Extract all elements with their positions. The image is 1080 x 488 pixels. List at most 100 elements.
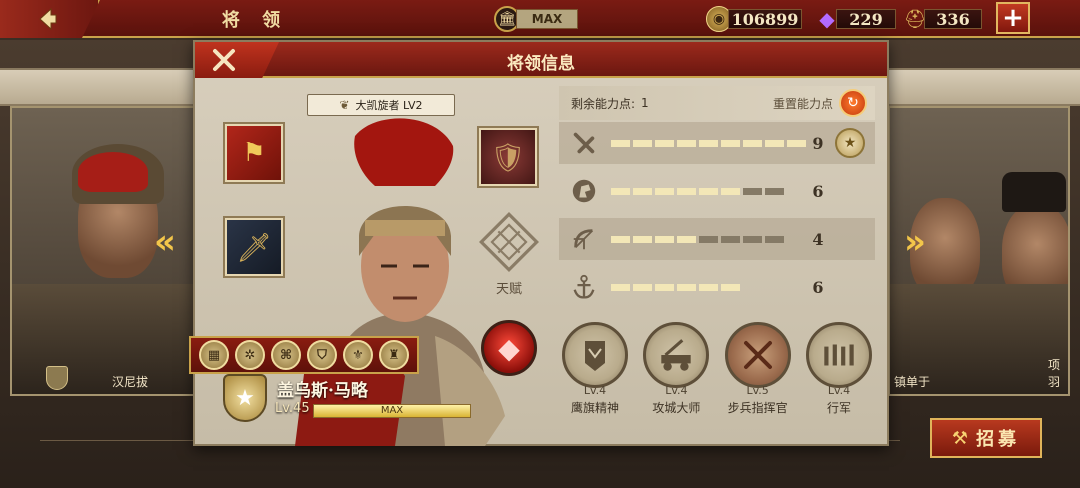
helmets-counter[interactable]: ⛑ 336 — [902, 6, 982, 32]
crossed-swords-icon — [724, 322, 791, 388]
helmets-value: 336 — [924, 9, 982, 29]
skill-name: 鹰旗精神 — [570, 401, 619, 415]
max-star-icon: ★ — [835, 128, 865, 158]
remaining-points-value: 1 — [641, 96, 649, 110]
title-tag[interactable]: ❦ 大凯旋者 LV2 — [307, 94, 455, 116]
stat-segment-filled — [765, 139, 784, 147]
shield-icon[interactable]: ⛉ — [307, 340, 337, 370]
stat-segment-filled — [655, 235, 674, 243]
skill-level: Lv.4 — [827, 384, 851, 397]
helmet-icon[interactable]: ♜ — [379, 340, 409, 370]
stat-row-archery[interactable]: 4 — [559, 218, 875, 260]
stat-segment-filled — [611, 139, 630, 147]
stat-segment-filled — [677, 235, 696, 243]
siege-engine-icon — [643, 322, 710, 388]
stat-bar — [611, 235, 807, 243]
rank-star-icon: ★ — [223, 374, 267, 422]
red-gem-icon: ◆ — [498, 331, 520, 365]
panel-title: 将领信息 — [507, 54, 575, 74]
laurel-icon: ❦ — [339, 98, 350, 112]
banner-icon[interactable]: ⌘ — [271, 340, 301, 370]
next-general-arrow-icon[interactable]: » — [900, 222, 930, 262]
skill-march[interactable]: Lv.4 行军 — [803, 322, 875, 422]
stat-segment-filled — [677, 187, 696, 195]
reset-points-button[interactable]: ↻ — [839, 89, 867, 117]
stat-segment-filled — [611, 187, 630, 195]
crest-shape — [78, 152, 148, 192]
stat-segment-filled — [655, 187, 674, 195]
recruit-button[interactable]: ⚒ 招募 — [930, 418, 1042, 458]
talent-button[interactable]: 天赋 — [473, 210, 545, 297]
codex-icon[interactable]: ▦ — [199, 340, 229, 370]
compass-icon[interactable]: ✲ — [235, 340, 265, 370]
page-title: 将 领 — [221, 10, 289, 31]
stat-segment-empty — [743, 187, 762, 195]
stat-segment-filled — [699, 283, 718, 291]
stat-segment-filled — [655, 139, 674, 147]
stat-segment-filled — [611, 283, 630, 291]
equipment-slot-banner[interactable]: ⚑ — [223, 122, 285, 184]
stat-segment-filled — [633, 283, 652, 291]
anchor-icon — [569, 272, 599, 302]
prev-general-arrow-icon[interactable]: « — [150, 222, 180, 262]
back-button[interactable] — [0, 0, 100, 38]
stat-value: 9 — [812, 133, 824, 153]
sword-icon: 🗡 — [236, 230, 272, 264]
xp-text: MAX — [380, 405, 404, 416]
stat-bar — [611, 139, 807, 147]
back-arrow-icon — [39, 7, 57, 31]
hat-shape — [1002, 172, 1066, 212]
stat-segment-filled — [633, 235, 652, 243]
stat-segment-filled — [633, 187, 652, 195]
gem-upgrade-button[interactable]: ◆ — [481, 320, 537, 376]
remaining-points-label: 剩余能力点: — [571, 96, 636, 111]
stat-row-navy[interactable]: 6 — [559, 266, 875, 308]
stat-segment-filled — [787, 139, 806, 147]
skill-level: Lv.4 — [583, 384, 607, 397]
general-name-box: ★ 盖乌斯·马略 Lv.45 MAX — [223, 374, 473, 424]
stat-value: 6 — [812, 277, 824, 297]
stat-bar — [611, 187, 807, 195]
skill-level: Lv.4 — [665, 384, 688, 397]
top-bar: 将 领 🏛 MAX ◉ 106899 ◆ 229 ⛑ 336 + — [0, 0, 1080, 38]
general-info-panel: 将领信息 ❦ 大凯旋者 LV2 ⚑ 🗡 🛡 天赋 ◆ ▦ ✲ ⌘ ⛉ ⚜ ♜ ★… — [189, 40, 889, 446]
stat-segment-empty — [721, 235, 740, 243]
panel-header: 将领信息 — [195, 42, 887, 78]
armor-icon[interactable]: ⚜ — [343, 340, 373, 370]
gems-value: 229 — [836, 9, 896, 29]
stat-segment-empty — [765, 187, 784, 195]
armor-shape — [12, 284, 198, 394]
building-level[interactable]: 🏛 MAX — [494, 6, 578, 32]
coins-counter[interactable]: ◉ 106899 — [706, 6, 802, 32]
equipment-slot-sword[interactable]: 🗡 — [223, 216, 285, 278]
stat-segment-filled — [677, 139, 696, 147]
general-level: Lv.45 — [275, 401, 310, 416]
general-name-right-2: 项羽 — [1048, 358, 1061, 389]
title-tag-label: 大凯旋者 LV2 — [355, 99, 423, 112]
stat-segment-filled — [699, 187, 718, 195]
stat-segment-empty — [743, 235, 762, 243]
skill-eagle-spirit[interactable]: Lv.4 鹰旗精神 — [559, 322, 631, 422]
stat-row-attack[interactable]: 9 ★ — [559, 122, 875, 164]
stat-segment-filled — [699, 139, 718, 147]
rank-shield-icon — [46, 366, 68, 390]
skill-infantry-commander[interactable]: Lv.5 步兵指挥官 — [722, 322, 794, 422]
coins-value: 106899 — [728, 9, 802, 29]
stat-row-cavalry[interactable]: 6 — [559, 170, 875, 212]
skill-icon-strip: ▦ ✲ ⌘ ⛉ ⚜ ♜ — [189, 336, 419, 374]
skill-level: Lv.5 — [746, 384, 769, 397]
sword-icon — [569, 128, 599, 158]
stat-segment-filled — [677, 283, 696, 291]
stat-value: 4 — [812, 229, 824, 249]
skill-siege-master[interactable]: Lv.4 攻城大师 — [640, 322, 712, 422]
reset-points-label: 重置能力点 — [772, 96, 833, 111]
general-name-left: 汉尼拔 — [112, 375, 149, 389]
talent-label: 天赋 — [495, 282, 522, 297]
eagle-banner-icon — [562, 322, 628, 388]
stat-bar — [611, 283, 807, 291]
add-currency-button[interactable]: + — [996, 2, 1030, 34]
gems-counter[interactable]: ◆ 229 — [814, 6, 896, 32]
stat-segment-filled — [721, 187, 740, 195]
general-name-right-1: 镇单于 — [894, 375, 931, 389]
skill-name: 攻城大师 — [652, 401, 701, 415]
